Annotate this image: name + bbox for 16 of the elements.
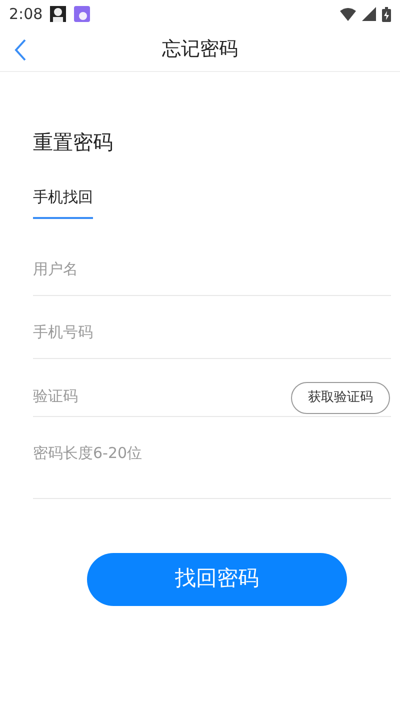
battery-icon — [382, 6, 391, 22]
status-time: 2:08 — [9, 4, 43, 25]
page-title: 忘记密码 — [162, 37, 238, 62]
submit-button[interactable]: 找回密码 — [87, 552, 347, 606]
wifi-icon — [340, 8, 356, 20]
get-code-button[interactable]: 获取验证码 — [291, 382, 390, 414]
input-field[interactable]: 手机号码 — [33, 316, 391, 348]
section-heading: 重置密码 — [33, 129, 114, 156]
signal-icon — [362, 7, 376, 21]
input-field[interactable]: 用户名 — [33, 252, 391, 284]
input-field[interactable]: 密码长度6-20位 — [33, 436, 391, 468]
app-icon — [48, 5, 67, 23]
input-field[interactable]: 验证码 — [33, 380, 291, 412]
back-icon — [14, 39, 26, 61]
tab[interactable]: 手机找回 — [33, 186, 93, 218]
app-icon — [72, 5, 91, 23]
